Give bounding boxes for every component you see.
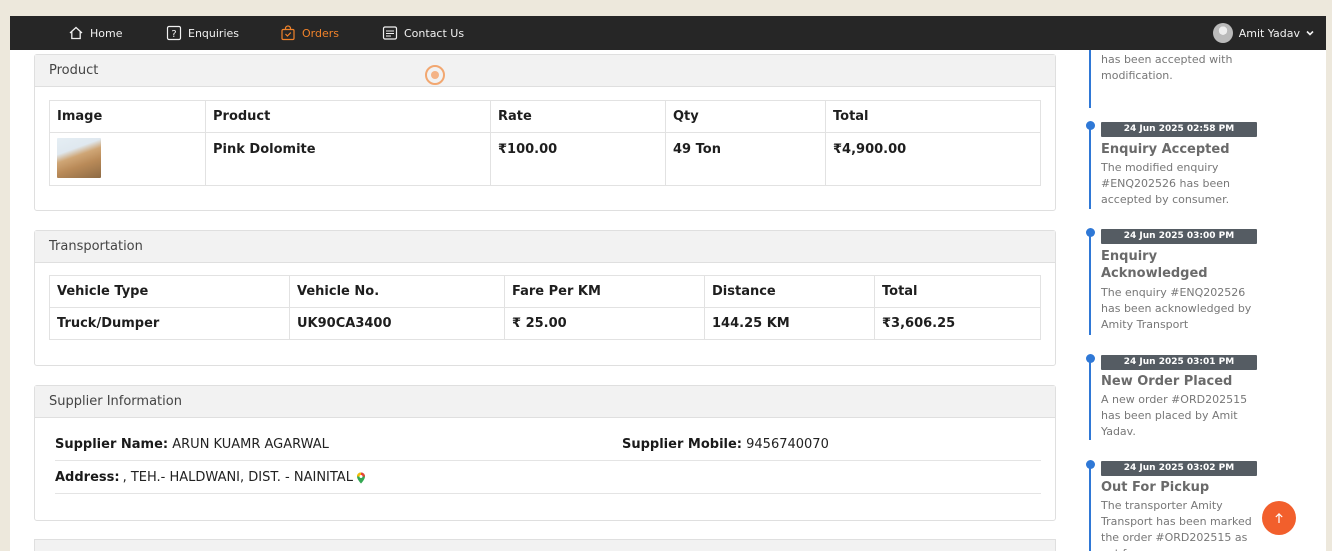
column-header: Vehicle No.: [289, 275, 505, 308]
nav-contact-label: Contact Us: [404, 26, 465, 40]
column-header: Fare Per KM: [504, 275, 705, 308]
product-rate: ₹100.00: [490, 132, 666, 186]
app-frame: Home ? Enquiries Orders Contact Us Amit …: [10, 16, 1326, 551]
timeline-desc: A new order #ORD202515 has been placed b…: [1101, 393, 1248, 438]
table-header-row: Vehicle Type Vehicle No. Fare Per KM Dis…: [49, 275, 1041, 308]
nav-enquiries[interactable]: ? Enquiries: [166, 16, 239, 50]
column-header: Distance: [704, 275, 875, 308]
column-header: Image: [49, 100, 206, 133]
timeline-date: 24 Jun 2025 03:00 PM: [1101, 229, 1257, 244]
question-icon: ?: [166, 25, 182, 41]
home-icon: [69, 26, 83, 40]
product-image: [57, 138, 101, 178]
product-total: ₹4,900.00: [825, 132, 1041, 186]
arrow-up-icon: [1275, 512, 1283, 523]
vehicle-type: Truck/Dumper: [49, 307, 290, 340]
timeline-desc: The enquiry #ENQ202526 has been acknowle…: [1101, 286, 1252, 331]
svg-text:?: ?: [171, 29, 176, 40]
column-header: Product: [205, 100, 491, 133]
address-label: Address:: [55, 470, 120, 485]
supplier-row-1: Supplier Name: ARUN KUAMR AGARWAL Suppli…: [55, 429, 1041, 461]
transportation-table: Vehicle Type Vehicle No. Fare Per KM Dis…: [49, 275, 1041, 340]
product-card-header: Product: [35, 55, 1055, 87]
column-header: Rate: [490, 100, 666, 133]
column-header: Total: [874, 275, 1041, 308]
timeline-title: Out For Pickup: [1101, 480, 1210, 495]
distance: 144.25 KM: [704, 307, 875, 340]
nav-contact[interactable]: Contact Us: [382, 16, 464, 50]
timeline-line: [1089, 125, 1091, 209]
order-timeline: has been accepted with modification. 24 …: [1086, 50, 1266, 551]
supplier-address: , TEH.- HALDWANI, DIST. - NAINITAL: [122, 470, 353, 485]
scroll-to-top-button[interactable]: [1262, 501, 1296, 535]
product-card: Product Image Product Rate Qty Total Pin…: [34, 54, 1056, 211]
product-qty: 49 Ton: [665, 132, 826, 186]
next-section-card: [34, 539, 1056, 551]
supplier-name-label: Supplier Name:: [55, 437, 169, 452]
timeline-title: New Order Placed: [1101, 374, 1233, 389]
product-name: Pink Dolomite: [205, 132, 491, 186]
transportation-card-title: Transportation: [49, 239, 143, 254]
message-icon: [382, 26, 398, 40]
column-header: Vehicle Type: [49, 275, 290, 308]
user-menu[interactable]: Amit Yadav: [1212, 16, 1314, 50]
transport-total: ₹3,606.25: [874, 307, 1041, 340]
fare-per-km: ₹ 25.00: [504, 307, 705, 340]
nav-enquiries-label: Enquiries: [188, 26, 240, 40]
avatar: [1212, 23, 1233, 43]
supplier-mobile-label: Supplier Mobile:: [622, 437, 742, 452]
table-row: Truck/Dumper UK90CA3400 ₹ 25.00 144.25 K…: [49, 307, 1041, 340]
timeline-line: [1089, 358, 1091, 440]
user-name: Amit Yadav: [1238, 26, 1300, 40]
timeline-partial-desc: has been accepted with modification.: [1101, 53, 1233, 82]
timeline-line: [1089, 232, 1091, 335]
column-header: Total: [825, 100, 1041, 133]
supplier-row-2: Address: , TEH.- HALDWANI, DIST. - NAINI…: [55, 462, 1041, 494]
timeline-line: [1089, 464, 1091, 551]
timeline-title: Enquiry Accepted: [1101, 142, 1230, 157]
timeline-date: 24 Jun 2025 02:58 PM: [1101, 122, 1257, 137]
transportation-card: Transportation Vehicle Type Vehicle No. …: [34, 230, 1056, 366]
shopping-bag-icon: [281, 25, 295, 41]
timeline-date: 24 Jun 2025 03:02 PM: [1101, 461, 1257, 476]
supplier-mobile: 9456740070: [746, 437, 829, 452]
product-image-cell: [49, 132, 206, 186]
transportation-card-header: Transportation: [35, 231, 1055, 263]
table-row: Pink Dolomite ₹100.00 49 Ton ₹4,900.00: [49, 132, 1041, 186]
nav-home-label: Home: [90, 26, 123, 40]
product-table: Image Product Rate Qty Total Pink Dolomi…: [49, 100, 1041, 186]
nav-orders-label: Orders: [302, 26, 339, 40]
supplier-card-title: Supplier Information: [49, 394, 182, 409]
nav-orders[interactable]: Orders: [280, 16, 339, 50]
supplier-name: ARUN KUAMR AGARWAL: [172, 437, 329, 452]
supplier-card-header: Supplier Information: [35, 386, 1055, 418]
timeline-desc: The modified enquiry #ENQ202526 has been…: [1101, 161, 1230, 206]
product-card-title: Product: [49, 63, 99, 78]
column-header: Qty: [665, 100, 826, 133]
timeline-title: Enquiry Acknowledged: [1101, 249, 1208, 281]
map-pin-icon[interactable]: [356, 472, 366, 484]
top-navbar: Home ? Enquiries Orders Contact Us Amit …: [10, 16, 1326, 50]
timeline-line: [1089, 50, 1091, 108]
supplier-card: Supplier Information Supplier Name: ARUN…: [34, 385, 1056, 521]
chevron-down-icon: [1306, 30, 1314, 36]
vehicle-number: UK90CA3400: [289, 307, 505, 340]
timeline-desc: The transporter Amity Transport has been…: [1101, 499, 1252, 551]
nav-home[interactable]: Home: [68, 16, 122, 50]
timeline-date: 24 Jun 2025 03:01 PM: [1101, 355, 1257, 370]
loading-spinner-icon: [425, 65, 445, 85]
table-header-row: Image Product Rate Qty Total: [49, 100, 1041, 133]
